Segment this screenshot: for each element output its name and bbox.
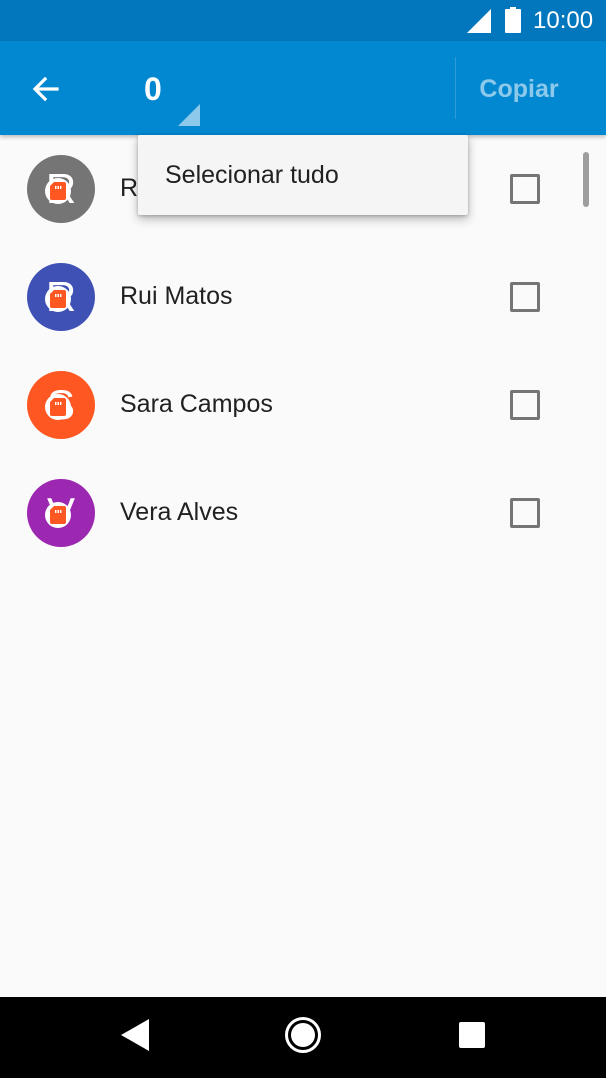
dropdown-triangle-icon[interactable] <box>178 104 200 126</box>
arrow-left-icon[interactable] <box>28 71 64 107</box>
copy-button[interactable]: Copiar <box>468 72 570 106</box>
menu-item-select-all[interactable]: Selecionar tudo <box>165 160 339 190</box>
contact-checkbox[interactable] <box>510 282 540 312</box>
toolbar-divider <box>455 57 456 119</box>
sim-badge <box>45 394 71 420</box>
contact-row[interactable]: V Vera Alves <box>0 459 606 567</box>
selection-menu: Selecionar tudo <box>138 135 468 215</box>
contact-checkbox[interactable] <box>510 174 540 204</box>
app-bar: 0 Copiar <box>0 41 606 135</box>
battery-icon <box>505 7 521 33</box>
contact-row[interactable]: S Sara Campos <box>0 351 606 459</box>
nav-recents-icon[interactable] <box>459 1022 485 1048</box>
sim-badge <box>45 178 71 204</box>
sim-badge <box>45 286 71 312</box>
nav-home-icon[interactable] <box>284 1016 322 1054</box>
status-bar: 10:00 <box>0 0 606 41</box>
contact-row[interactable]: R Rui Matos <box>0 243 606 351</box>
nav-back-icon[interactable] <box>121 1019 149 1051</box>
signal-icon <box>467 9 491 33</box>
contact-name: Vera Alves <box>120 498 239 526</box>
contact-checkbox[interactable] <box>510 390 540 420</box>
contact-name: Sara Campos <box>120 390 273 418</box>
sim-badge <box>45 502 71 528</box>
scrollbar[interactable] <box>583 152 589 207</box>
sim-card-icon <box>50 398 66 416</box>
contact-checkbox[interactable] <box>510 498 540 528</box>
sim-card-icon <box>50 182 66 200</box>
status-time: 10:00 <box>533 7 594 34</box>
selected-count[interactable]: 0 <box>144 69 162 109</box>
sim-card-icon <box>50 506 66 524</box>
contact-name: Rui Matos <box>120 282 233 310</box>
navigation-bar <box>0 997 606 1078</box>
sim-card-icon <box>50 290 66 308</box>
contact-name: R <box>120 174 139 202</box>
